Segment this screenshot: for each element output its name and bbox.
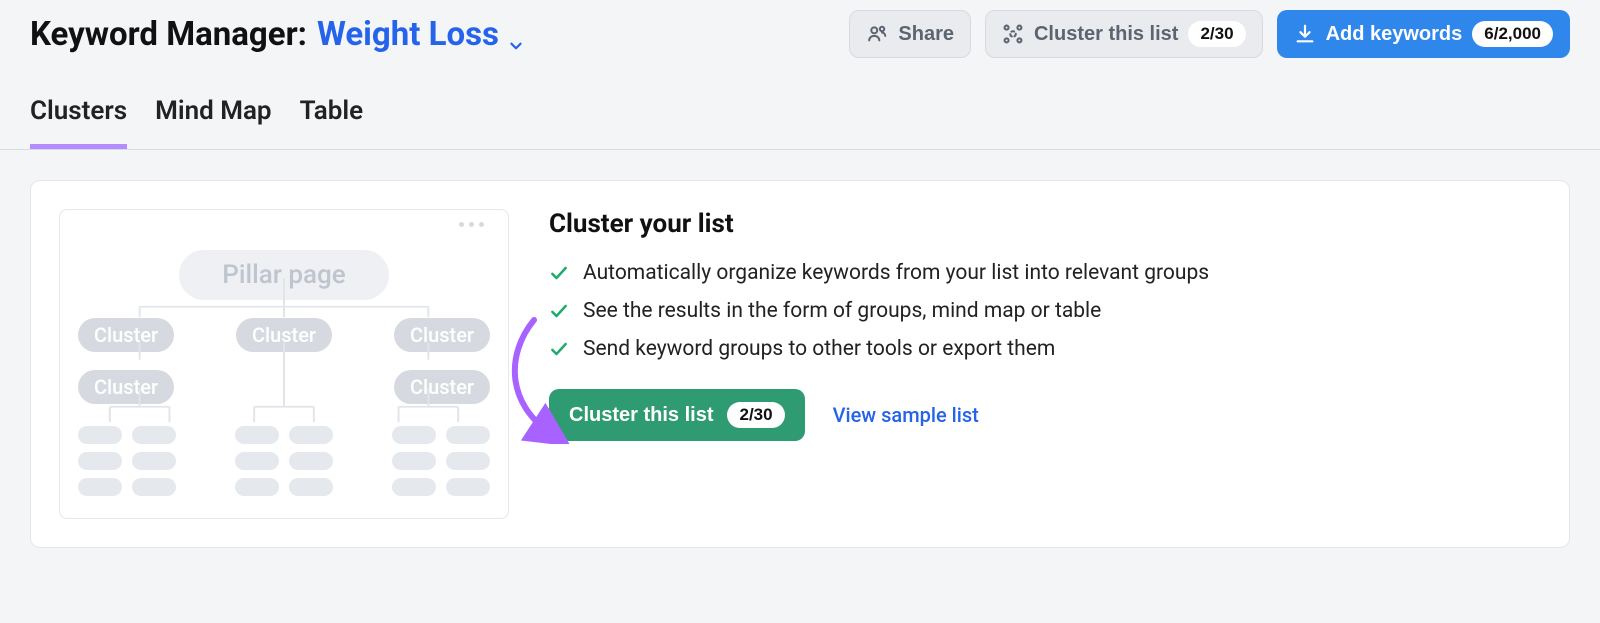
check-icon [549, 339, 569, 359]
tab-table[interactable]: Table [300, 96, 364, 149]
tab-clusters[interactable]: Clusters [30, 96, 127, 149]
promo-bullet: Send keyword groups to other tools or ex… [549, 337, 1541, 361]
cluster-list-button-main[interactable]: Cluster this list 2/30 [549, 389, 805, 441]
bullet-text: Send keyword groups to other tools or ex… [583, 337, 1055, 361]
promo-bullets: Automatically organize keywords from you… [549, 261, 1541, 361]
blob-groups [78, 426, 490, 496]
cluster-chip: Cluster [394, 370, 490, 404]
promo-cta-row: Cluster this list 2/30 View sample list [549, 389, 1541, 441]
add-keywords-button[interactable]: Add keywords 6/2,000 [1277, 10, 1570, 58]
header-actions: Share Cluster this list 2/30 Add keyword… [849, 10, 1570, 58]
cluster-chip: Cluster [394, 318, 490, 352]
check-icon [549, 263, 569, 283]
cta-label: Cluster this list [569, 404, 713, 427]
cluster-illustration: Pillar page Cluster Cluster Cluster Clus… [59, 209, 509, 519]
cluster-chip: Cluster [78, 370, 174, 404]
share-icon [866, 23, 888, 45]
tab-label: Table [300, 96, 364, 126]
promo-bullet: Automatically organize keywords from you… [549, 261, 1541, 285]
cluster-counter-pill: 2/30 [1188, 21, 1245, 47]
share-label: Share [898, 23, 954, 46]
cluster-row-1: Cluster Cluster Cluster [78, 318, 490, 352]
view-tabs: Clusters Mind Map Table [0, 58, 1600, 150]
pillar-page-label: Pillar page [179, 250, 389, 300]
list-name-dropdown[interactable]: Weight Loss [317, 15, 525, 54]
bullet-text: See the results in the form of groups, m… [583, 299, 1101, 323]
page-title: Keyword Manager: Weight Loss [30, 15, 525, 54]
add-keywords-label: Add keywords [1326, 23, 1463, 46]
chevron-down-icon [507, 25, 525, 43]
promo-content: Cluster your list Automatically organize… [549, 209, 1541, 519]
download-icon [1294, 23, 1316, 45]
share-button[interactable]: Share [849, 10, 971, 58]
add-keywords-counter-pill: 6/2,000 [1472, 21, 1553, 47]
cluster-label: Cluster this list [1034, 23, 1178, 46]
tab-label: Mind Map [155, 96, 271, 126]
window-dots [78, 210, 490, 238]
page-header: Keyword Manager: Weight Loss Share [0, 0, 1600, 58]
view-sample-link[interactable]: View sample list [833, 403, 979, 427]
check-icon [549, 301, 569, 321]
cluster-promo-panel: Pillar page Cluster Cluster Cluster Clus… [30, 180, 1570, 548]
cluster-icon [1002, 23, 1024, 45]
cluster-chip: Cluster [236, 318, 332, 352]
cluster-row-2: Cluster Cluster [78, 370, 490, 404]
promo-heading: Cluster your list [549, 209, 1541, 239]
cta-counter-pill: 2/30 [727, 402, 784, 428]
tab-mind-map[interactable]: Mind Map [155, 96, 271, 149]
cluster-chip: Cluster [78, 318, 174, 352]
list-name-text: Weight Loss [317, 15, 499, 54]
title-prefix: Keyword Manager: [30, 15, 307, 54]
main-area: Pillar page Cluster Cluster Cluster Clus… [0, 150, 1600, 578]
promo-bullet: See the results in the form of groups, m… [549, 299, 1541, 323]
cluster-list-button-header[interactable]: Cluster this list 2/30 [985, 10, 1263, 58]
tab-label: Clusters [30, 96, 127, 126]
bullet-text: Automatically organize keywords from you… [583, 261, 1209, 285]
